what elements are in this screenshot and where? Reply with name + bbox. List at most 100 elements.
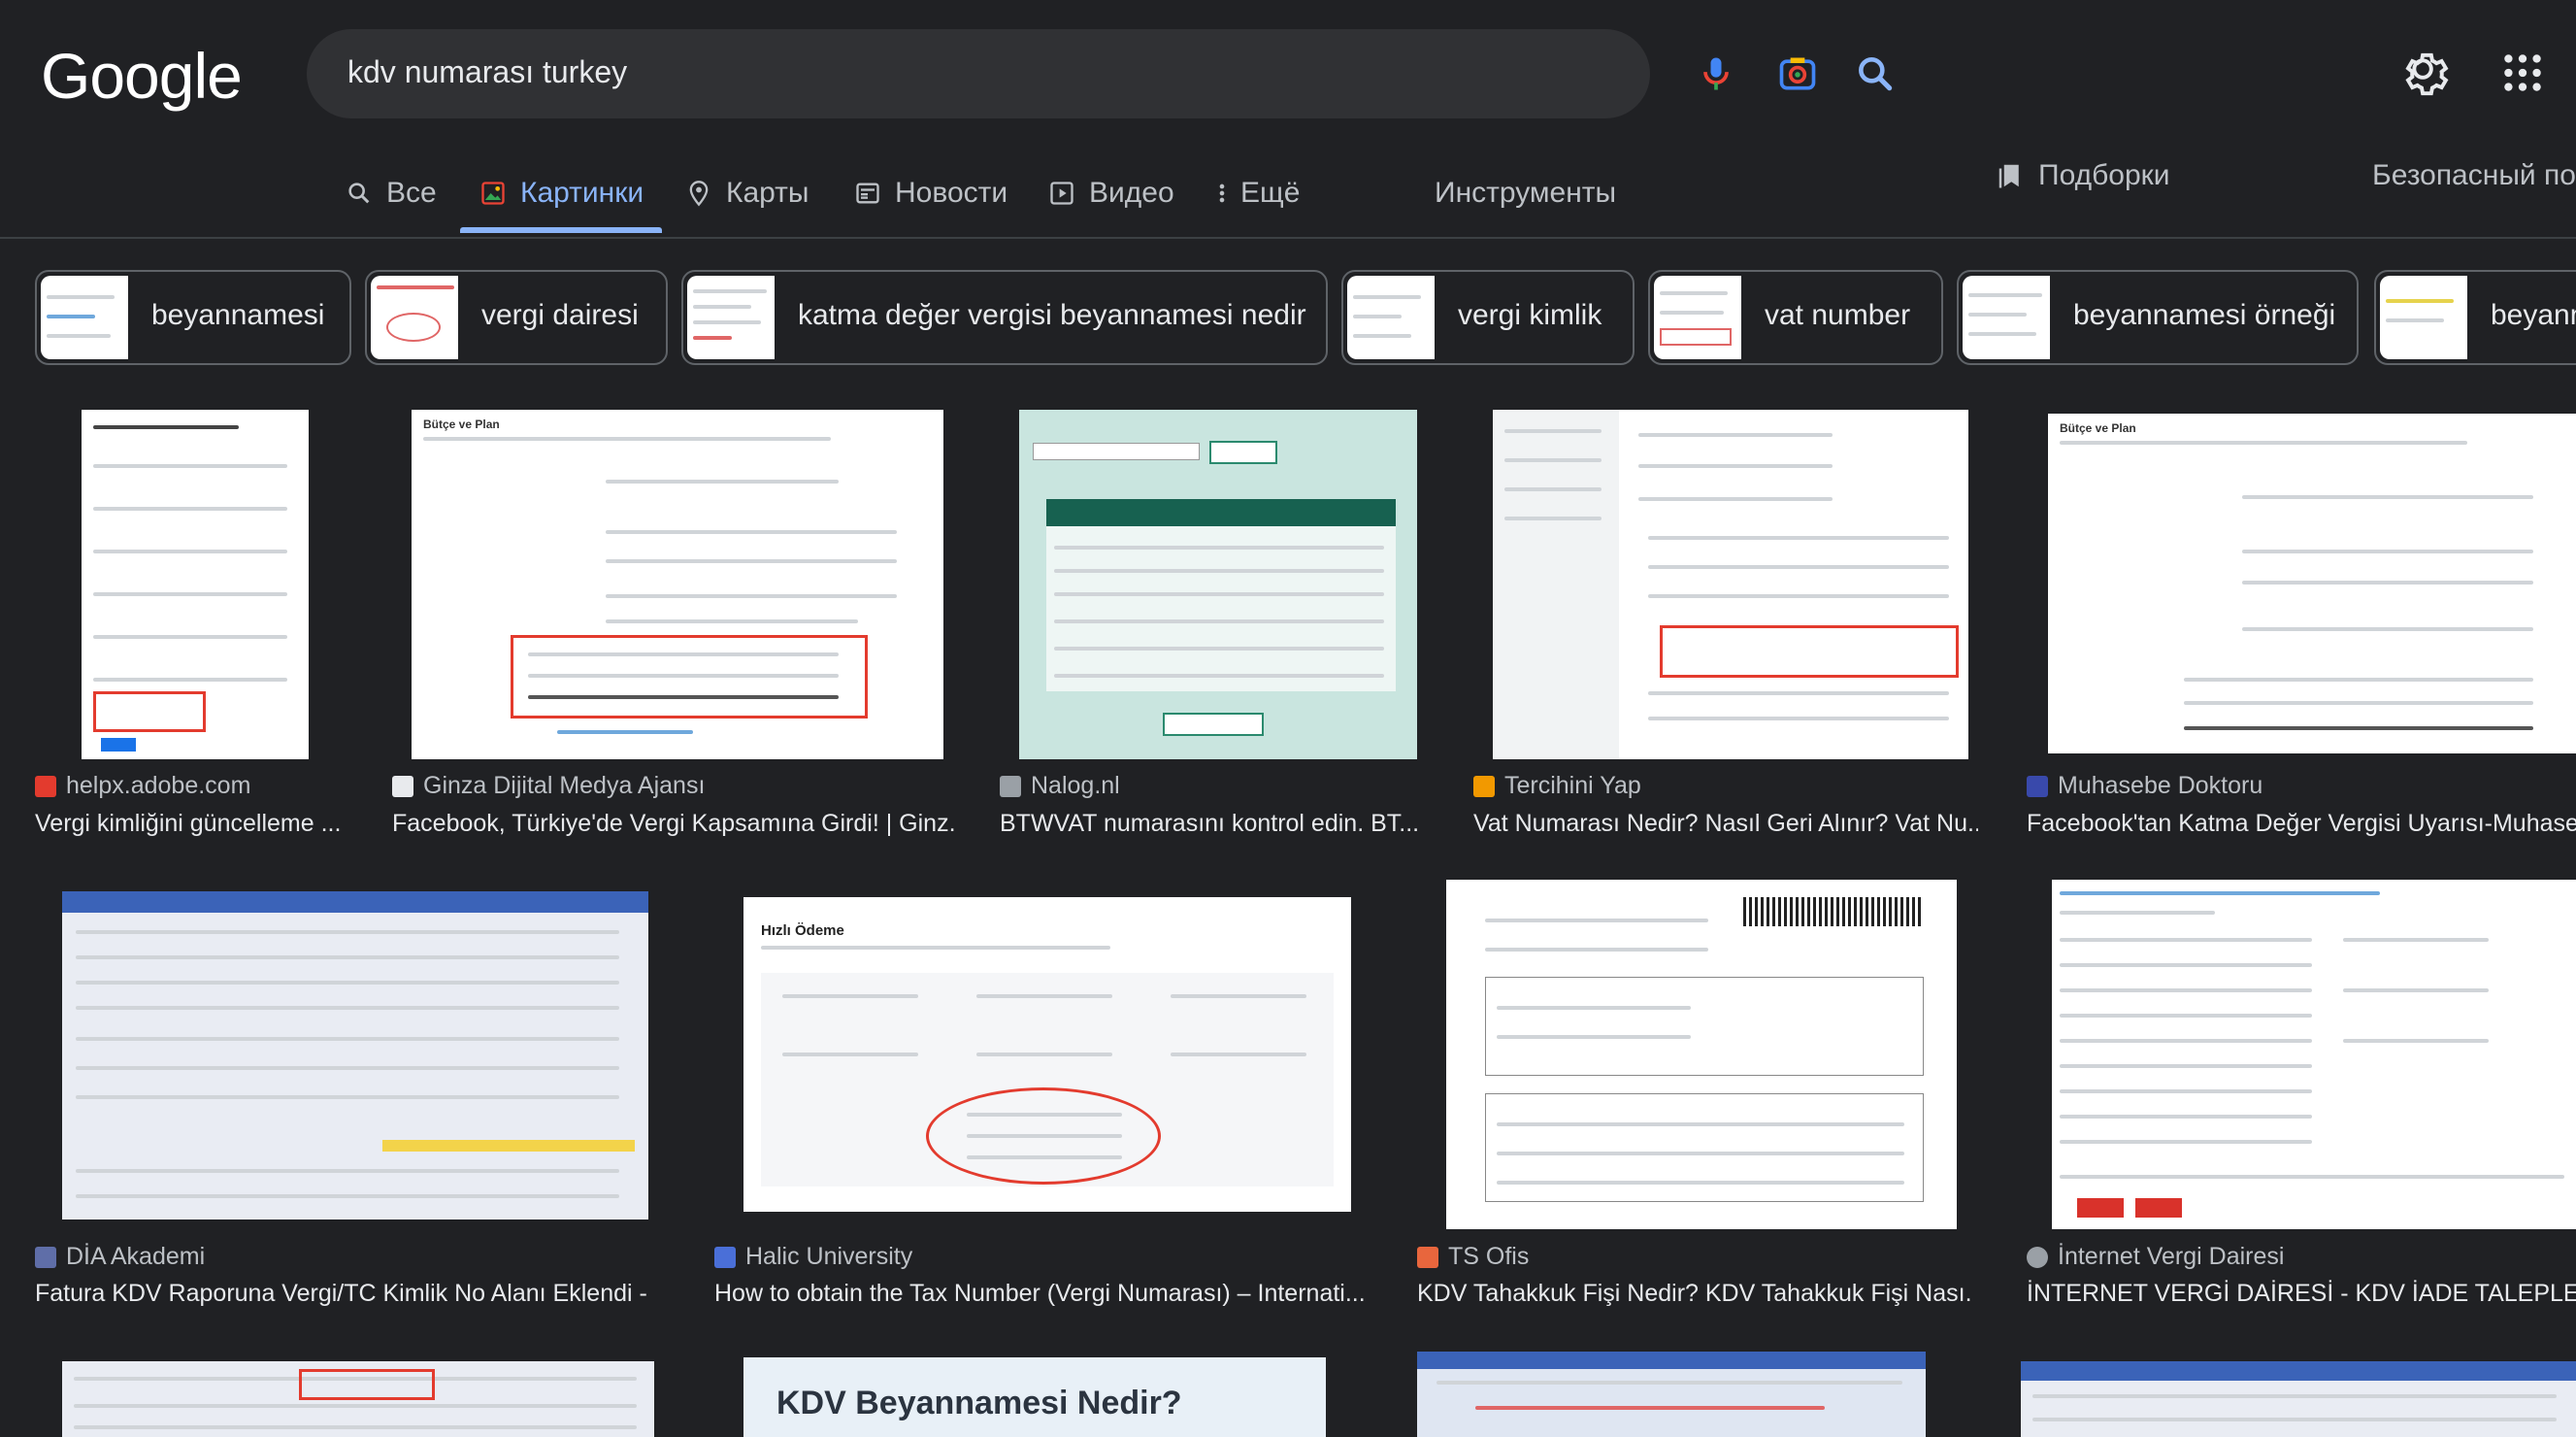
muhasebe-favicon-icon xyxy=(2027,775,2048,797)
result-title[interactable]: BTWVAT numarasını kontrol edin. BT... xyxy=(1000,810,1427,838)
tab-label: Ещё xyxy=(1240,177,1301,209)
tab-news[interactable]: Новости xyxy=(854,177,1007,210)
thumb-caption: KDV Beyannamesi Nedir? xyxy=(776,1385,1182,1421)
source-name: Halic University xyxy=(745,1243,913,1270)
chip-label: beyann xyxy=(2491,299,2576,331)
chip-label: vergi dairesi xyxy=(481,299,639,331)
source-name: TS Ofis xyxy=(1448,1243,1530,1270)
result-thumbnail[interactable] xyxy=(1417,1352,1926,1437)
source-name: İnternet Vergi Dairesi xyxy=(2058,1243,2285,1270)
tab-more[interactable]: Ещё xyxy=(1217,177,1300,210)
result-source[interactable]: DİA Akademi xyxy=(35,1243,205,1271)
thumb-caption: Hızlı Ödeme xyxy=(761,922,844,939)
chip-vergi-dairesi[interactable]: vergi dairesi xyxy=(365,270,668,365)
result-thumbnail[interactable] xyxy=(82,410,309,759)
result-source[interactable]: Ginza Dijital Medya Ajansı xyxy=(392,772,705,800)
chip-vergi-kimlik[interactable]: vergi kimlik xyxy=(1341,270,1635,365)
tools-button[interactable]: Инструменты xyxy=(1435,177,1616,210)
result-thumbnail[interactable]: KDV Beyannamesi Nedir? xyxy=(743,1357,1326,1437)
result-title[interactable]: Vat Numarası Nedir? Nasıl Geri Alınır? V… xyxy=(1473,810,1978,838)
chip-label: beyannamesi örneği xyxy=(2073,299,2336,331)
result-source[interactable]: Nalog.nl xyxy=(1000,772,1120,800)
globe-favicon-icon xyxy=(2027,1246,2048,1268)
halic-favicon-icon xyxy=(714,1246,736,1268)
chip-thumbnail xyxy=(371,276,458,359)
result-source[interactable]: Halic University xyxy=(714,1243,912,1271)
tab-label: Инструменты xyxy=(1435,177,1617,209)
tercihini-favicon-icon xyxy=(1473,775,1495,797)
tab-images[interactable]: Картинки xyxy=(479,177,644,210)
result-thumbnail[interactable]: Bütçe ve Plan xyxy=(412,410,943,759)
chip-label: beyannamesi xyxy=(151,299,325,331)
result-title[interactable]: Facebook, Türkiye'de Vergi Kapsamına Gir… xyxy=(392,810,955,838)
search-tabs: Все Картинки Карты Новости Видео Ещё Инс… xyxy=(0,159,2576,237)
result-thumbnail[interactable] xyxy=(1446,880,1957,1229)
result-title[interactable]: Facebook'tan Katma Değer Vergisi Uyarısı… xyxy=(2027,810,2576,838)
image-icon xyxy=(481,182,505,205)
result-thumbnail[interactable] xyxy=(62,1361,654,1437)
more-vert-icon xyxy=(1219,184,1225,203)
tab-label: Карты xyxy=(726,177,809,209)
apps-grid-icon[interactable] xyxy=(2498,49,2547,97)
collections-label: Подборки xyxy=(2038,159,2170,191)
active-tab-indicator xyxy=(460,227,662,233)
search-input[interactable]: kdv numarası turkey xyxy=(347,54,627,90)
search-box[interactable]: kdv numarası turkey xyxy=(307,29,1893,118)
result-title[interactable]: Vergi kimliğini güncelleme ... xyxy=(35,810,355,838)
map-pin-icon xyxy=(689,181,709,207)
result-thumbnail[interactable]: Bütçe ve Plan xyxy=(2048,414,2576,753)
dia-favicon-icon xyxy=(35,1246,56,1268)
camera-lens-icon[interactable] xyxy=(1776,52,1819,95)
source-name: Muhasebe Doktoru xyxy=(2058,772,2263,799)
nalog-favicon-icon xyxy=(1000,775,1021,797)
chip-vat-number[interactable]: vat number xyxy=(1648,270,1943,365)
result-thumbnail[interactable]: Hızlı Ödeme xyxy=(743,897,1351,1212)
ginza-favicon-icon xyxy=(392,775,413,797)
result-title[interactable]: KDV Tahakkuk Fişi Nedir? KDV Tahakkuk Fi… xyxy=(1417,1280,1970,1308)
result-thumbnail[interactable] xyxy=(1019,410,1417,759)
search-icon[interactable] xyxy=(1854,52,1897,95)
source-name: Tercihini Yap xyxy=(1504,772,1641,799)
result-source[interactable]: Tercihini Yap xyxy=(1473,772,1641,800)
result-thumbnail[interactable] xyxy=(2052,880,2576,1229)
chip-beyann[interactable]: beyann xyxy=(2374,270,2576,365)
chip-thumbnail xyxy=(1347,276,1435,359)
tab-label: Новости xyxy=(895,177,1008,209)
safe-search-link[interactable]: Безопасный поиск xyxy=(2372,159,2576,192)
result-title[interactable]: How to obtain the Tax Number (Vergi Numa… xyxy=(714,1280,1365,1308)
google-logo[interactable]: Google xyxy=(41,39,243,113)
gear-icon[interactable] xyxy=(2401,49,2450,97)
result-source[interactable]: Muhasebe Doktoru xyxy=(2027,772,2262,800)
source-name: DİA Akademi xyxy=(66,1243,206,1270)
tab-label: Видео xyxy=(1089,177,1174,209)
search-icon xyxy=(348,183,370,204)
chip-thumbnail xyxy=(687,276,775,359)
result-thumbnail[interactable] xyxy=(2021,1361,2576,1437)
tsofis-favicon-icon xyxy=(1417,1246,1438,1268)
chip-katma-deger[interactable]: katma değer vergisi beyannamesi nedir xyxy=(681,270,1328,365)
safe-search-label: Безопасный поиск xyxy=(2372,159,2576,191)
microphone-icon[interactable] xyxy=(1695,52,1737,95)
source-name: Ginza Dijital Medya Ajansı xyxy=(423,772,706,799)
source-name: Nalog.nl xyxy=(1031,772,1120,799)
chip-thumbnail xyxy=(2380,276,2467,359)
result-thumbnail[interactable] xyxy=(1493,410,1968,759)
result-source[interactable]: İnternet Vergi Dairesi xyxy=(2027,1243,2284,1271)
result-title[interactable]: İNTERNET VERGİ DAİRESİ - KDV İADE TALEPL… xyxy=(2027,1280,2576,1308)
tab-all[interactable]: Все xyxy=(346,177,437,210)
tab-videos[interactable]: Видео xyxy=(1048,177,1174,210)
result-source[interactable]: TS Ofis xyxy=(1417,1243,1529,1271)
bookmark-icon xyxy=(1998,164,2019,188)
collections-link[interactable]: Подборки xyxy=(1996,159,2170,192)
source-name: helpx.adobe.com xyxy=(66,772,251,799)
chip-beyannamesi[interactable]: beyannamesi xyxy=(35,270,351,365)
tab-maps[interactable]: Карты xyxy=(685,177,809,210)
result-title[interactable]: Fatura KDV Raporuna Vergi/TC Kimlik No A… xyxy=(35,1280,656,1308)
result-thumbnail[interactable] xyxy=(62,891,648,1220)
chip-label: vat number xyxy=(1765,299,1911,331)
result-source[interactable]: helpx.adobe.com xyxy=(35,772,250,800)
chip-label: vergi kimlik xyxy=(1458,299,1602,331)
chip-beyannamesi-ornegi[interactable]: beyannamesi örneği xyxy=(1957,270,2359,365)
thumb-caption: Bütçe ve Plan xyxy=(2060,421,2136,435)
adobe-favicon-icon xyxy=(35,775,56,797)
